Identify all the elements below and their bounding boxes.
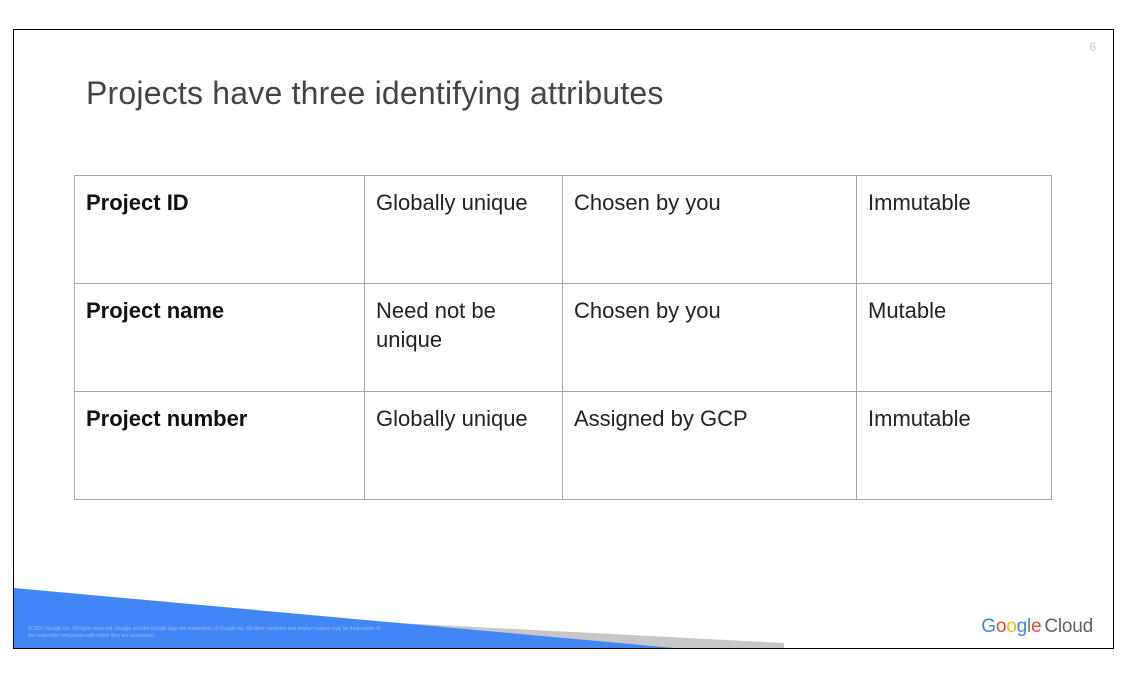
logo-letter: o [1006, 616, 1017, 637]
logo-letter: G [981, 616, 996, 637]
table-row: Project name Need not be unique Chosen b… [74, 283, 1052, 392]
attribute-name-cell: Project number [74, 391, 365, 500]
logo-letter: e [1030, 616, 1042, 637]
chosen-by-cell: Chosen by you [562, 175, 857, 284]
logo-letter: g [1016, 616, 1028, 637]
uniqueness-cell: Need not be unique [364, 283, 563, 392]
chosen-by-cell: Chosen by you [562, 283, 857, 392]
mutability-cell: Immutable [856, 391, 1052, 500]
copyright-notice: © 2017 Google Inc. All rights reserved. … [28, 626, 381, 639]
slide-title: Projects have three identifying attribut… [86, 75, 664, 111]
attribute-name-cell: Project ID [74, 175, 365, 284]
slide: 6 Projects have three identifying attrib… [13, 29, 1114, 649]
google-cloud-logo: Google Cloud [981, 616, 1093, 638]
chosen-by-cell: Assigned by GCP [562, 391, 857, 500]
logo-letter: o [995, 616, 1007, 637]
uniqueness-cell: Globally unique [364, 175, 563, 284]
mutability-cell: Mutable [856, 283, 1052, 392]
mutability-cell: Immutable [856, 175, 1052, 284]
uniqueness-cell: Globally unique [364, 391, 563, 500]
slide-number: 6 [1089, 40, 1096, 54]
table-row: Project number Globally unique Assigned … [74, 391, 1052, 500]
table-row: Project ID Globally unique Chosen by you… [74, 175, 1052, 284]
attributes-table: Project ID Globally unique Chosen by you… [74, 175, 1052, 500]
attribute-name-cell: Project name [74, 283, 365, 392]
logo-cloud-word: Cloud [1044, 616, 1093, 637]
